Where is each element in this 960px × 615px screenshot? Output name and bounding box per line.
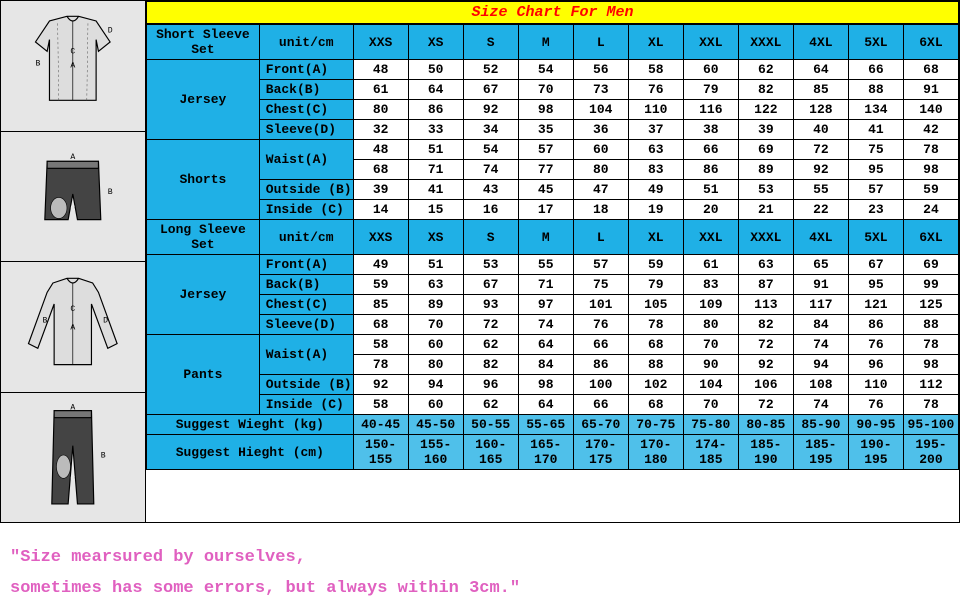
table-row: Pants Waist(A) 5860626466687072747678 — [147, 335, 959, 355]
diagram-column: A B C D A B C A B C — [1, 1, 146, 522]
table-row: Inside (C) 1415161718192021222324 — [147, 200, 959, 220]
table-row: Sleeve(D) 3233343536373839404142 — [147, 120, 959, 140]
table-row: Jersey Front(A) 4951535557596163656769 — [147, 255, 959, 275]
table-row: Outside (B) 9294969810010210410610811011… — [147, 375, 959, 395]
svg-text:A: A — [71, 323, 76, 332]
table-row: Sleeve(D) 6870727476788082848688 — [147, 315, 959, 335]
svg-text:A: A — [71, 153, 76, 162]
table-row: Chest(C) 80869298104110116122128134140 — [147, 100, 959, 120]
measurement-note: "Size mearsured by ourselves, sometimes … — [0, 523, 960, 614]
svg-text:A: A — [71, 404, 76, 413]
svg-text:B: B — [108, 188, 113, 197]
table-title: Size Chart For Men — [147, 2, 959, 25]
svg-text:B: B — [36, 60, 41, 69]
note-line-1: "Size mearsured by ourselves, — [10, 543, 950, 574]
pants-diagram: A B C — [1, 393, 146, 523]
svg-text:A: A — [71, 62, 76, 71]
note-line-2: sometimes has some errors, but always wi… — [10, 574, 950, 605]
size-chart: A B C D A B C A B C — [0, 0, 960, 523]
suggest-height-row: Suggest Hieght (cm) 150-155155-160160-16… — [147, 435, 959, 470]
title-row: Size Chart For Men — [147, 2, 959, 25]
svg-text:D: D — [108, 27, 113, 36]
table-row: Jersey Front(A) 4850525456586062646668 — [147, 60, 959, 80]
table-row: Inside (C) 5860626466687072747678 — [147, 395, 959, 415]
svg-text:C: C — [71, 48, 76, 57]
table-row: Shorts Waist(A) 4851545760636669727578 — [147, 140, 959, 160]
suggest-weight-row: Suggest Wieght (kg) 40-4545-5050-5555-65… — [147, 415, 959, 435]
shorts-diagram: A B C — [1, 132, 146, 263]
svg-text:C: C — [71, 475, 76, 484]
svg-text:D: D — [103, 316, 108, 325]
svg-text:C: C — [71, 305, 76, 314]
table-row: Chest(C) 85899397101105109113117121125 — [147, 295, 959, 315]
table-row: Back(B) 5963677175798387919599 — [147, 275, 959, 295]
table-row: Back(B) 6164677073767982858891 — [147, 80, 959, 100]
svg-text:C: C — [71, 204, 76, 213]
size-table: Size Chart For Men Short Sleeve Set unit… — [146, 1, 959, 522]
short-sleeve-jersey-diagram: A B C D — [1, 1, 146, 132]
table-row: Outside (B) 3941434547495153555759 — [147, 180, 959, 200]
short-sleeve-header: Short Sleeve Set unit/cm XXS XS S M L XL… — [147, 24, 959, 60]
long-sleeve-header: Long Sleeve Set unit/cm XXS XS S M L XL … — [147, 220, 959, 255]
long-sleeve-jersey-diagram: A B C D — [1, 262, 146, 393]
svg-text:B: B — [43, 316, 48, 325]
svg-text:B: B — [101, 452, 106, 461]
